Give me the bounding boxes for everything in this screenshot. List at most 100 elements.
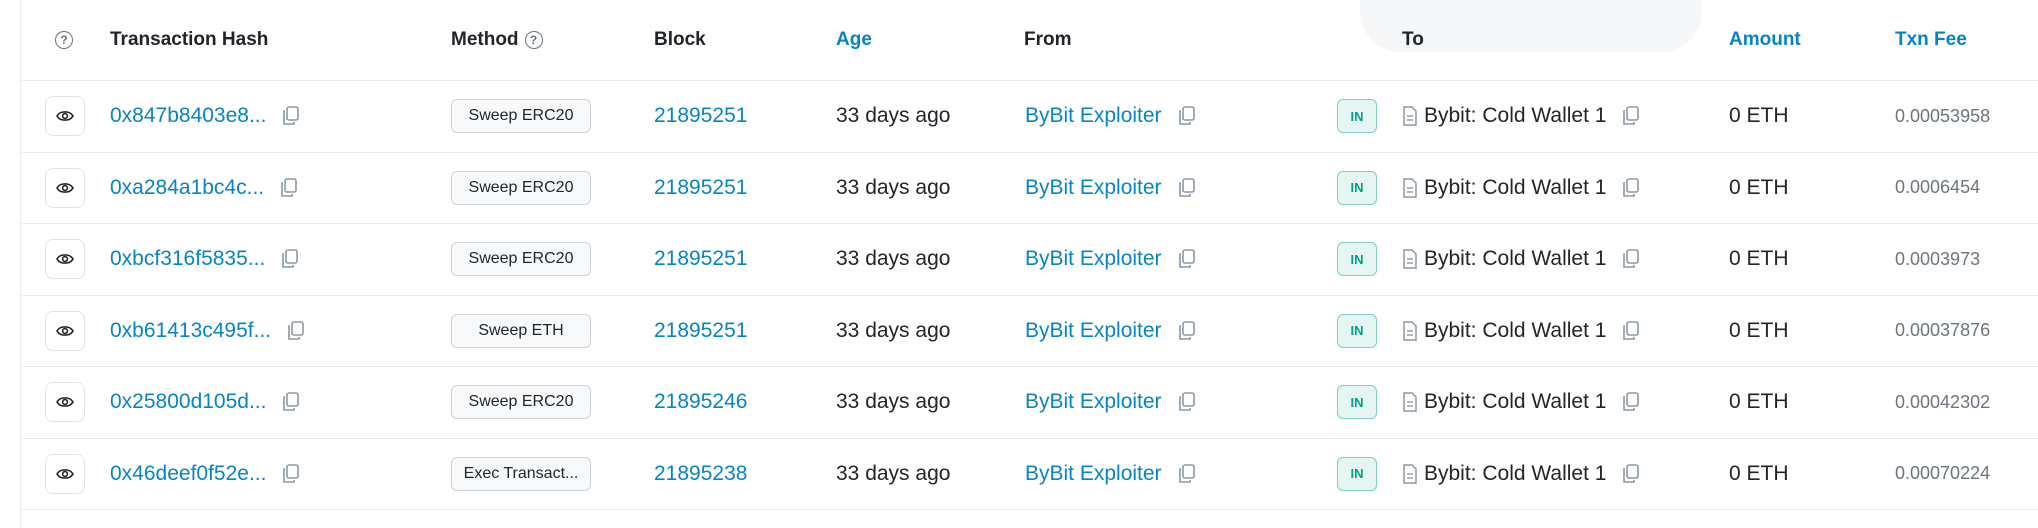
from-address-link[interactable]: ByBit Exploiter xyxy=(1025,319,1162,343)
row-fee-cell: 0.0006454 xyxy=(1895,153,1980,224)
copy-from-icon[interactable] xyxy=(1176,463,1198,485)
method-help-icon[interactable]: ? xyxy=(524,31,543,49)
preview-button[interactable] xyxy=(45,310,85,351)
row-direction-cell: IN xyxy=(1337,439,1377,510)
direction-in-badge: IN xyxy=(1337,242,1377,277)
from-address-link[interactable]: ByBit Exploiter xyxy=(1025,462,1162,486)
method-badge[interactable]: Sweep ERC20 xyxy=(451,242,591,277)
column-header-age[interactable]: Age xyxy=(836,0,872,80)
direction-in-badge: IN xyxy=(1337,99,1377,134)
block-link[interactable]: 21895246 xyxy=(654,390,747,414)
age-text: 33 days ago xyxy=(836,247,951,271)
column-header-amount[interactable]: Amount xyxy=(1729,0,1801,80)
copy-from-icon[interactable] xyxy=(1176,391,1198,413)
help-icon[interactable]: ? xyxy=(55,31,73,49)
copy-to-icon[interactable] xyxy=(1620,105,1642,127)
copy-hash-icon[interactable] xyxy=(285,320,307,342)
from-address-link[interactable]: ByBit Exploiter xyxy=(1025,104,1162,128)
row-amount-cell: 0 ETH xyxy=(1729,296,1789,367)
column-header-to: To xyxy=(1402,29,1424,50)
age-text: 33 days ago xyxy=(836,461,951,485)
table-header: ? Transaction Hash Method ? Block Age Fr… xyxy=(21,0,2038,81)
row-hash-cell: 0x25800d105d... xyxy=(110,367,302,438)
amount-text: 0 ETH xyxy=(1729,247,1789,271)
row-fee-cell: 0.00037876 xyxy=(1895,296,1990,367)
amount-text: 0 ETH xyxy=(1729,104,1789,128)
row-from-cell: ByBit Exploiter xyxy=(1025,224,1198,295)
block-link[interactable]: 21895251 xyxy=(654,247,747,271)
copy-from-icon[interactable] xyxy=(1176,320,1198,342)
transaction-hash-link[interactable]: 0xbcf316f5835... xyxy=(110,247,265,271)
eye-icon xyxy=(56,111,74,122)
eye-icon xyxy=(56,254,74,265)
row-from-cell: ByBit Exploiter xyxy=(1025,81,1198,152)
row-from-cell: ByBit Exploiter xyxy=(1025,367,1198,438)
to-address-label[interactable]: Bybit: Cold Wallet 1 xyxy=(1424,247,1606,271)
from-address-link[interactable]: ByBit Exploiter xyxy=(1025,176,1162,200)
method-badge[interactable]: Sweep ERC20 xyxy=(451,99,591,134)
row-age-cell: 33 days ago xyxy=(836,296,950,367)
to-address-label[interactable]: Bybit: Cold Wallet 1 xyxy=(1424,104,1606,128)
age-text: 33 days ago xyxy=(836,104,951,128)
copy-hash-icon[interactable] xyxy=(279,248,301,270)
transaction-hash-link[interactable]: 0x25800d105d... xyxy=(110,390,266,414)
row-fee-cell: 0.00042302 xyxy=(1895,367,1990,438)
preview-button[interactable] xyxy=(45,96,85,137)
row-fee-cell: 0.0003973 xyxy=(1895,224,1980,295)
copy-hash-icon[interactable] xyxy=(280,463,302,485)
method-badge[interactable]: Exec Transact... xyxy=(451,456,591,491)
row-to-cell: Bybit: Cold Wallet 1 xyxy=(1402,439,1642,510)
to-address-label[interactable]: Bybit: Cold Wallet 1 xyxy=(1424,390,1606,414)
copy-to-icon[interactable] xyxy=(1620,177,1642,199)
copy-to-icon[interactable] xyxy=(1620,320,1642,342)
preview-button[interactable] xyxy=(45,453,85,494)
method-badge[interactable]: Sweep ETH xyxy=(451,313,591,348)
to-address-label[interactable]: Bybit: Cold Wallet 1 xyxy=(1424,319,1606,343)
transaction-hash-link[interactable]: 0x46deef0f52e... xyxy=(110,462,266,486)
preview-button[interactable] xyxy=(45,239,85,280)
row-method-cell: Sweep ERC20 xyxy=(451,224,591,295)
age-text: 33 days ago xyxy=(836,318,951,342)
copy-hash-icon[interactable] xyxy=(280,105,302,127)
block-link[interactable]: 21895251 xyxy=(654,176,747,200)
block-link[interactable]: 21895251 xyxy=(654,319,747,343)
txn-fee-text: 0.0006454 xyxy=(1895,177,1981,198)
row-age-cell: 33 days ago xyxy=(836,367,950,438)
row-preview xyxy=(45,224,85,295)
copy-hash-icon[interactable] xyxy=(278,177,300,199)
row-direction-cell: IN xyxy=(1337,81,1377,152)
from-address-link[interactable]: ByBit Exploiter xyxy=(1025,390,1162,414)
copy-from-icon[interactable] xyxy=(1176,105,1198,127)
to-address-label[interactable]: Bybit: Cold Wallet 1 xyxy=(1424,176,1606,200)
to-address-label[interactable]: Bybit: Cold Wallet 1 xyxy=(1424,462,1606,486)
copy-to-icon[interactable] xyxy=(1620,463,1642,485)
block-link[interactable]: 21895251 xyxy=(654,104,747,128)
transactions-table: ? Transaction Hash Method ? Block Age Fr… xyxy=(21,0,2038,510)
copy-to-icon[interactable] xyxy=(1620,248,1642,270)
row-method-cell: Exec Transact... xyxy=(451,439,591,510)
row-hash-cell: 0x847b8403e8... xyxy=(110,81,302,152)
copy-from-icon[interactable] xyxy=(1176,248,1198,270)
transaction-hash-link[interactable]: 0x847b8403e8... xyxy=(110,104,266,128)
preview-button[interactable] xyxy=(45,167,85,208)
row-direction-cell: IN xyxy=(1337,224,1377,295)
transaction-hash-link[interactable]: 0xa284a1bc4c... xyxy=(110,176,264,200)
copy-from-icon[interactable] xyxy=(1176,177,1198,199)
method-badge[interactable]: Sweep ERC20 xyxy=(451,170,591,205)
row-preview xyxy=(45,367,85,438)
column-info-help[interactable]: ? xyxy=(55,0,73,80)
transaction-hash-link[interactable]: 0xb61413c495f... xyxy=(110,319,271,343)
copy-hash-icon[interactable] xyxy=(280,391,302,413)
table-row: 0x847b8403e8... Sweep ERC20 21895251 33 … xyxy=(21,81,2038,153)
method-badge[interactable]: Sweep ERC20 xyxy=(451,385,591,420)
copy-to-icon[interactable] xyxy=(1620,391,1642,413)
row-preview xyxy=(45,81,85,152)
column-header-txn-fee[interactable]: Txn Fee xyxy=(1895,0,1967,80)
block-link[interactable]: 21895238 xyxy=(654,462,747,486)
row-hash-cell: 0x46deef0f52e... xyxy=(110,439,302,510)
preview-button[interactable] xyxy=(45,382,85,423)
row-hash-cell: 0xbcf316f5835... xyxy=(110,224,301,295)
from-address-link[interactable]: ByBit Exploiter xyxy=(1025,247,1162,271)
row-hash-cell: 0xb61413c495f... xyxy=(110,296,307,367)
row-to-cell: Bybit: Cold Wallet 1 xyxy=(1402,367,1642,438)
